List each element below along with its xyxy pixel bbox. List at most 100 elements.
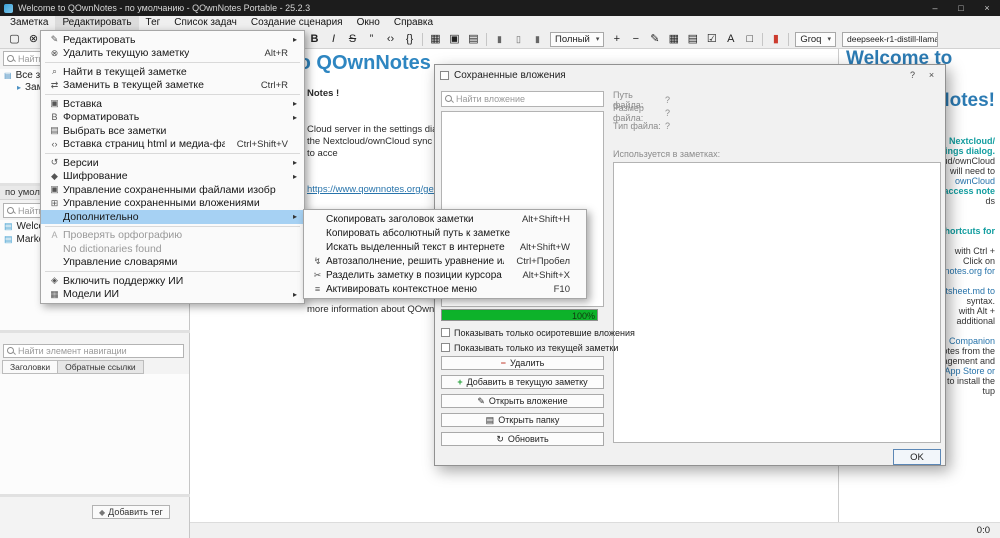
menubar-item[interactable]: Справка bbox=[387, 16, 440, 30]
add-to-current-note-button[interactable]: + Добавить в текущую заметку bbox=[441, 375, 604, 389]
preview-line: agement and bbox=[942, 356, 995, 366]
menubar-item[interactable]: Создание сценария bbox=[244, 16, 350, 30]
attachment-search-input[interactable] bbox=[456, 94, 600, 104]
format-table-icon[interactable]: ▤ bbox=[464, 31, 483, 48]
menubar-item[interactable]: Список задач bbox=[167, 16, 244, 30]
recording-icon[interactable]: ▮ bbox=[766, 31, 785, 48]
open-folder-button[interactable]: ▤ Открыть папку bbox=[441, 413, 604, 427]
checkbox-row[interactable]: Показывать только осиротевшие вложения bbox=[441, 325, 635, 340]
submenu-item[interactable]: ↯ Автозаполнение, решить уравнение или о… bbox=[304, 254, 586, 268]
panel-splitter[interactable] bbox=[0, 330, 190, 333]
blockquote-icon[interactable]: ” bbox=[362, 31, 381, 48]
minimize-button[interactable]: – bbox=[922, 0, 948, 16]
todo-list-icon[interactable]: ☑ bbox=[702, 31, 721, 48]
heading-format-select[interactable]: Полный ▾ bbox=[550, 31, 605, 47]
checkbox-row[interactable]: Показывать только из текущей заметки bbox=[441, 340, 635, 355]
strikethrough-icon[interactable]: S bbox=[343, 31, 362, 48]
file-info-value: ? bbox=[665, 107, 671, 118]
menu-item[interactable]: ▣ Управление сохраненными файлами изобра… bbox=[41, 183, 304, 197]
checkbox[interactable] bbox=[441, 328, 450, 337]
new-note-icon[interactable]: ▢ bbox=[5, 31, 24, 48]
menu-item-icon: B bbox=[51, 112, 58, 123]
menu-item-label: Управление сохраненными файлами изображе… bbox=[63, 183, 276, 196]
search-icon bbox=[445, 95, 453, 103]
tags-panel: ◆ Добавить тег bbox=[0, 497, 189, 538]
insert-table-icon[interactable]: ▦ bbox=[426, 31, 445, 48]
menu-item-label: Удалить текущую заметку bbox=[63, 47, 190, 60]
maximize-button[interactable]: □ bbox=[948, 0, 974, 16]
menu-item[interactable]: ↺ Версии ▸ bbox=[41, 156, 304, 170]
menu-item[interactable]: ✎ Редактировать ▸ bbox=[41, 33, 304, 47]
dialog-close-button[interactable]: × bbox=[923, 68, 940, 82]
bold-icon[interactable]: B bbox=[305, 31, 324, 48]
workspace-icon[interactable]: ▤ bbox=[683, 31, 702, 48]
menu-item[interactable]: A Проверять орфографию bbox=[41, 229, 304, 243]
checkbox-label: Показывать только осиротевшие вложения bbox=[454, 327, 635, 338]
ai-model-select[interactable]: deepseek-r1-distill-llama-70b ▾ bbox=[841, 31, 938, 47]
used-in-notes-list[interactable] bbox=[613, 162, 941, 443]
preview-line: additional bbox=[956, 316, 995, 326]
menu-item[interactable]: ⌕ Найти в текущей заметке bbox=[41, 65, 304, 79]
submenu-item[interactable]: ✂ Разделить заметку в позиции курсора Al… bbox=[304, 268, 586, 282]
fullscreen-icon[interactable]: □ bbox=[740, 31, 759, 48]
advanced-submenu: Скопировать заголовок заметки Alt+Shift+… bbox=[303, 209, 587, 299]
navigation-search-input[interactable] bbox=[18, 346, 180, 356]
inline-code-icon[interactable]: ‹› bbox=[381, 31, 400, 48]
menu-item[interactable]: ⇄ Заменить в текущей заметке Ctrl+R bbox=[41, 79, 304, 93]
zoom-in-icon[interactable]: + bbox=[607, 31, 626, 48]
insert-image-icon[interactable]: ▣ bbox=[445, 31, 464, 48]
menubar-item[interactable]: Заметка bbox=[3, 16, 55, 30]
menubar-item[interactable]: Тег bbox=[139, 16, 168, 30]
zoom-out-icon[interactable]: − bbox=[626, 31, 645, 48]
submenu-item[interactable]: Копировать абсолютный путь к заметке bbox=[304, 226, 586, 240]
font-size-icon[interactable]: A bbox=[721, 31, 740, 48]
unlock-icon[interactable]: ▯ bbox=[509, 31, 528, 48]
menu-item[interactable]: B Форматировать ▸ bbox=[41, 111, 304, 125]
menu-item-label: Автозаполнение, решить уравнение или отк… bbox=[326, 255, 504, 267]
menu-item-label: Копировать абсолютный путь к заметке bbox=[326, 227, 511, 239]
menu-item-label: Управление словарями bbox=[63, 256, 178, 269]
edit-mode-icon[interactable]: ✎ bbox=[645, 31, 664, 48]
menu-item[interactable]: ▤ Выбрать все заметки bbox=[41, 124, 304, 138]
menu-item[interactable]: Управление словарями bbox=[41, 256, 304, 270]
navigation-tab[interactable]: Обратные ссылки bbox=[57, 360, 144, 374]
menu-item-label: Заменить в текущей заметке bbox=[63, 79, 204, 92]
menu-item[interactable]: Дополнительно ▸ bbox=[41, 210, 304, 224]
menu-item[interactable]: No dictionaries found bbox=[41, 242, 304, 256]
ok-button[interactable]: OK bbox=[893, 449, 941, 465]
navigation-tab[interactable]: Заголовки bbox=[2, 360, 59, 374]
file-info-row: Размер файла: ? bbox=[613, 103, 671, 123]
toolbar-separator bbox=[785, 31, 792, 48]
preview-line: notes from the bbox=[937, 346, 995, 356]
submenu-item[interactable]: Искать выделенный текст в интернете Alt+… bbox=[304, 240, 586, 254]
italic-icon[interactable]: I bbox=[324, 31, 343, 48]
submenu-item[interactable]: ≡ Активировать контекстное меню F10 bbox=[304, 282, 586, 296]
menu-item[interactable]: ⊞ Управление сохраненными вложениями bbox=[41, 197, 304, 211]
remove-attachment-button[interactable]: − Удалить bbox=[441, 356, 604, 370]
menu-item-label: Дополнительно bbox=[63, 210, 139, 223]
menu-item[interactable]: ▣ Вставка ▸ bbox=[41, 97, 304, 111]
navigation-list[interactable] bbox=[0, 374, 189, 494]
attachment-search-box bbox=[441, 91, 604, 107]
lock-icon[interactable]: ▮ bbox=[490, 31, 509, 48]
menubar-item[interactable]: Окно bbox=[350, 16, 387, 30]
menu-item[interactable]: ◆ Шифрование ▸ bbox=[41, 170, 304, 184]
add-tag-button[interactable]: ◆ Добавить тег bbox=[92, 505, 170, 519]
code-block-icon[interactable]: {} bbox=[400, 31, 419, 48]
refresh-button[interactable]: ↻ Обновить bbox=[441, 432, 604, 446]
dialog-help-button[interactable]: ? bbox=[904, 68, 921, 82]
menu-item[interactable]: ▦ Модели ИИ ▸ bbox=[41, 288, 304, 302]
file-info-label: Тип файла: bbox=[613, 120, 661, 131]
table-edit-icon[interactable]: ▦ bbox=[664, 31, 683, 48]
menubar-item[interactable]: Редактировать bbox=[55, 16, 139, 30]
close-button[interactable]: × bbox=[974, 0, 1000, 16]
ai-backend-select[interactable]: Groq ▾ bbox=[795, 31, 836, 47]
menu-item[interactable]: ‹› Вставка страниц html и медиа-файлов C… bbox=[41, 138, 304, 152]
checkbox[interactable] bbox=[441, 343, 450, 352]
submenu-item[interactable]: Скопировать заголовок заметки Alt+Shift+… bbox=[304, 212, 586, 226]
open-attachment-button[interactable]: ✎ Открыть вложение bbox=[441, 394, 604, 408]
encrypt-icon[interactable]: ▮ bbox=[528, 31, 547, 48]
menu-item-icon: ⊗ bbox=[50, 47, 59, 58]
menu-item[interactable]: ⊗ Удалить текущую заметку Alt+R bbox=[41, 47, 304, 61]
menu-item[interactable]: ◈ Включить поддержку ИИ bbox=[41, 274, 304, 288]
